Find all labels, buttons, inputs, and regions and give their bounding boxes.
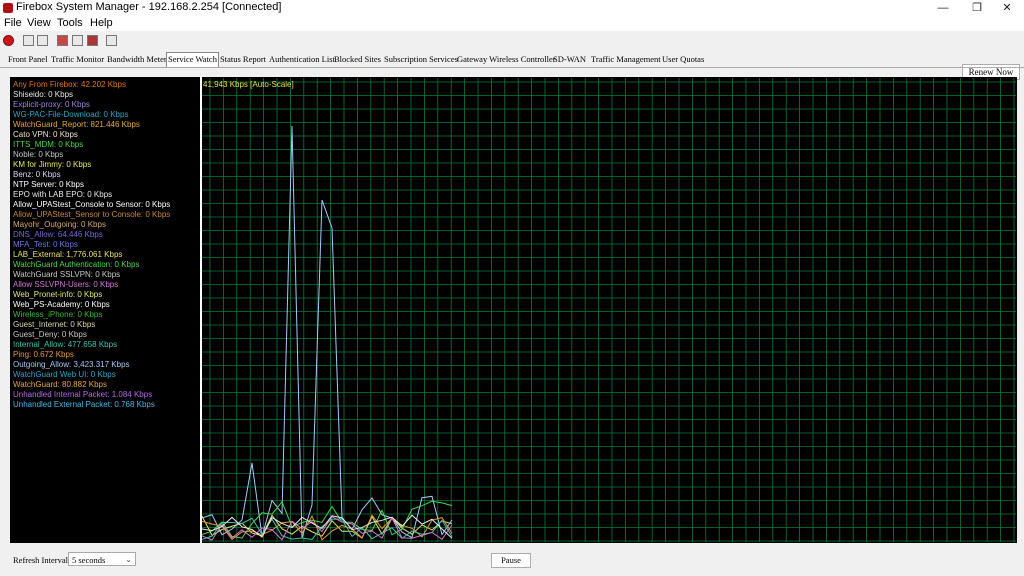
legend-item: Allow_UPAStest_Sensor to Console: 0 Kbps <box>13 210 171 219</box>
legend-item: WatchGuard_Report: 821.446 Kbps <box>13 120 140 129</box>
menu-view[interactable]: View <box>27 16 51 31</box>
tab-traffic-management[interactable]: Traffic Management <box>591 53 661 66</box>
legend-item: Unhandled External Packet: 0.768 Kbps <box>13 400 155 409</box>
legend-item: NTP Server: 0 Kbps <box>13 180 84 189</box>
legend-item: KM for Jimmy: 0 Kbps <box>13 160 92 169</box>
legend-item: Benz: 0 Kbps <box>13 170 61 179</box>
tab-sd-wan[interactable]: SD-WAN <box>553 53 586 66</box>
legend-item: Allow_UPAStest_Console to Sensor: 0 Kbps <box>13 200 171 209</box>
legend-item: Explicit-proxy: 0 Kbps <box>13 100 90 109</box>
legend-item: Unhandled Internal Packet: 1.084 Kbps <box>13 390 153 399</box>
pause-button[interactable]: Pause <box>491 553 531 568</box>
legend-item: ITTS_MDM: 0 Kbps <box>13 140 84 149</box>
legend-item: Any From Firebox: 42.202 Kbps <box>13 80 126 89</box>
legend-item: Guest_Internet: 0 Kbps <box>13 320 96 329</box>
tab-gateway-wireless-controller[interactable]: Gateway Wireless Controller <box>457 53 556 66</box>
legend-item: Internal_Allow: 477.658 Kbps <box>13 340 118 349</box>
refresh-interval-label: Refresh Interval: <box>13 555 71 565</box>
legend-item: Outgoing_Allow: 3,423.317 Kbps <box>13 360 130 369</box>
tab-bandwidth-meter[interactable]: Bandwidth Meter <box>107 53 167 66</box>
refresh-interval-select[interactable]: 5 seconds ⌄ <box>68 552 136 566</box>
menu-help[interactable]: Help <box>90 16 113 31</box>
tab-traffic-monitor[interactable]: Traffic Monitor <box>51 53 104 66</box>
legend-item: DNS_Allow: 64.446 Kbps <box>13 230 103 239</box>
legend-item: EPO with LAB EPO: 0 Kbps <box>13 190 113 199</box>
menu-bar: File View Tools Help <box>0 16 1024 31</box>
tab-blocked-sites[interactable]: Blocked Sites <box>334 53 381 66</box>
legend-item: Guest_Deny: 0 Kbps <box>13 330 87 339</box>
legend-item: Noble: 0 Kbps <box>13 150 64 159</box>
tab-strip: Front Panel Traffic Monitor Bandwidth Me… <box>0 52 1024 67</box>
legend-item: Cato VPN: 0 Kbps <box>13 130 78 139</box>
close-button[interactable]: ✕ <box>990 0 1024 16</box>
chevron-down-icon: ⌄ <box>125 555 132 564</box>
legend-item: LAB_External: 1,776.061 Kbps <box>13 250 123 259</box>
legend-item: WatchGuard Web UI: 0 Kbps <box>13 370 116 379</box>
app-icon <box>3 3 13 13</box>
title-bar: Firebox System Manager - 192.168.2.254 [… <box>0 0 1024 16</box>
traffic-trace <box>202 500 453 539</box>
legend-item: Ping: 0.672 Kbps <box>13 350 74 359</box>
clipboard-icon[interactable] <box>106 35 117 46</box>
tab-service-watch[interactable]: Service Watch <box>166 52 219 67</box>
tab-front-panel[interactable]: Front Panel <box>8 53 47 66</box>
minimize-button[interactable]: — <box>926 0 960 16</box>
legend-item: Mayohr_Outgoing: 0 Kbps <box>13 220 106 229</box>
tab-separator <box>0 67 1024 68</box>
menu-file[interactable]: File <box>4 16 22 31</box>
legend-item: Allow SSLVPN-Users: 0 Kbps <box>13 280 119 289</box>
traffic-monitor-icon[interactable] <box>37 35 48 46</box>
legend-item: WatchGuard: 80.882 Kbps <box>13 380 107 389</box>
hostwatch-icon[interactable] <box>57 35 68 46</box>
menu-tools[interactable]: Tools <box>57 16 83 31</box>
tab-status-report[interactable]: Status Report <box>220 53 266 66</box>
legend-item: MFA_Test: 0 Kbps <box>13 240 78 249</box>
legend-item: Web_PS-Academy: 0 Kbps <box>13 300 110 309</box>
legend-item: Shiseido: 0 Kbps <box>13 90 74 99</box>
legend-item: Wireless_iPhone: 0 Kbps <box>13 310 103 319</box>
window-title: Firebox System Manager - 192.168.2.254 [… <box>16 1 282 13</box>
legend-item: WatchGuard SSLVPN: 0 Kbps <box>13 270 121 279</box>
disconnect-icon[interactable] <box>3 35 14 46</box>
policy-manager-icon[interactable] <box>23 35 34 46</box>
tab-user-quotas[interactable]: User Quotas <box>662 53 704 66</box>
traffic-trace <box>202 125 453 539</box>
toolbar: Renew Now <box>0 31 1024 80</box>
service-legend: Any From Firebox: 42.202 Kbps Shiseido: 0… <box>13 80 199 540</box>
service-graph <box>202 78 1016 542</box>
tab-subscription-services[interactable]: Subscription Services <box>384 53 458 66</box>
legend-item: Web_Pronet-info: 0 Kbps <box>13 290 103 299</box>
refresh-interval-value: 5 seconds <box>72 555 106 565</box>
maximize-button[interactable]: ❐ <box>960 0 994 16</box>
legend-item: WG-PAC-File-Download: 0 Kbps <box>13 110 129 119</box>
graph-scale-label: 41,943 Kbps [Auto-Scale] <box>203 80 294 89</box>
legend-item: WatchGuard Authentication: 0 Kbps <box>13 260 140 269</box>
tab-authentication-list[interactable]: Authentication List <box>269 53 335 66</box>
report-icon[interactable] <box>87 35 98 46</box>
performance-console-icon[interactable] <box>72 35 83 46</box>
